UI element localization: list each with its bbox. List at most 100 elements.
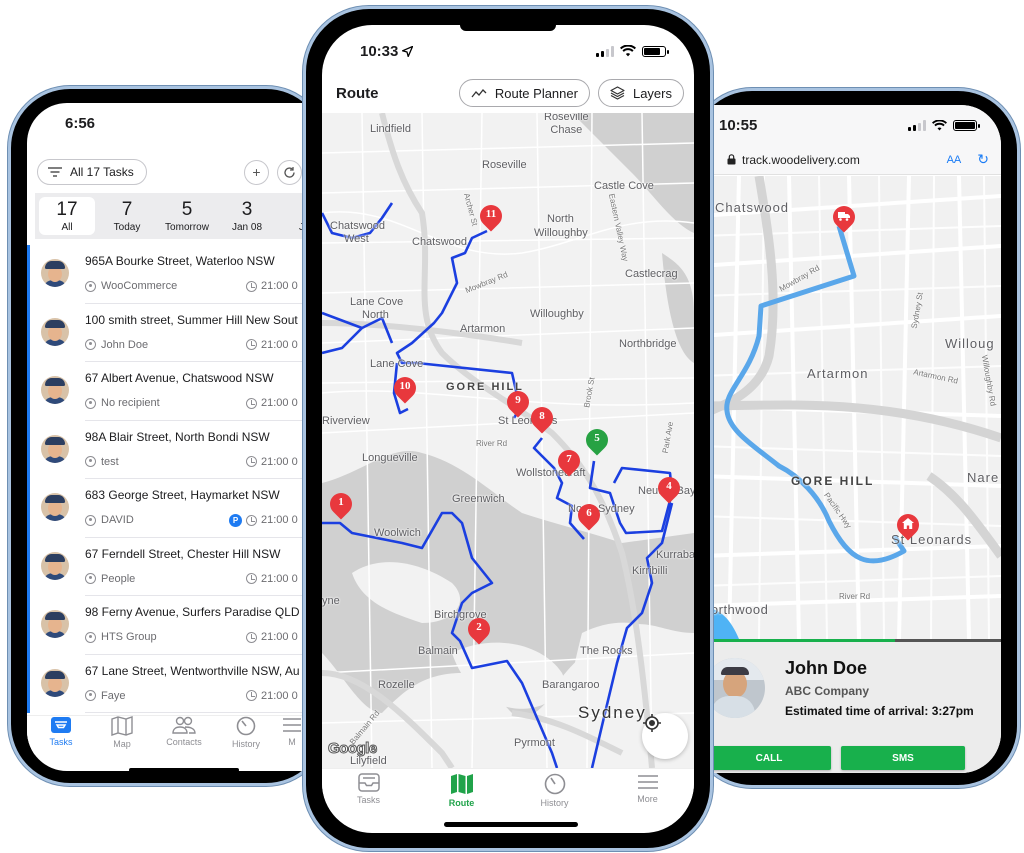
person-icon [85,690,96,701]
task-recipient: Faye [101,689,126,702]
tab-tasks[interactable]: Tasks [322,773,415,818]
stop-pin-7[interactable]: 7 [553,445,585,478]
map-label: Castlecrag [625,268,678,280]
reload-button[interactable]: ↻ [977,151,989,168]
tab-contacts[interactable]: Contacts [153,716,215,755]
stop-number: 8 [539,410,545,422]
map-label: Lane Cove [350,296,404,308]
map-label: Riverview [322,415,370,427]
person-icon [85,631,96,643]
stop-pin-8[interactable]: 8 [526,402,558,435]
text-size-button[interactable]: AA [947,154,962,166]
route-planner-button[interactable]: Route Planner [458,79,590,107]
route-map[interactable]: Lindfield Roseville Chase Roseville Cast… [322,113,694,768]
task-row[interactable]: 67 Ferndell Street, Chester Hill NSW Peop… [30,538,347,597]
person-icon [85,397,96,409]
map-label: Castle Cove [594,180,654,192]
url-field[interactable]: track.woodelivery.com [727,153,860,167]
map-icon [111,716,133,736]
url-text: track.woodelivery.com [742,152,860,167]
tab-more[interactable]: More [601,773,694,818]
eta-text: Estimated time of arrival: 3:27pm [785,704,974,718]
task-time: 21:00 0 [246,339,298,351]
status-bar: 10:33 [322,31,694,71]
truck-icon [838,212,850,221]
destination-pin[interactable] [892,509,924,542]
contacts-icon [172,716,196,734]
stop-pin-4[interactable]: 4 [653,472,685,505]
route-tab-bar: Tasks Route History More [322,768,694,818]
task-row[interactable]: 965A Bourke Street, Waterloo NSW WooComme… [30,245,347,304]
map-label: Northbridge [619,338,677,350]
stop-number: 1 [338,496,344,508]
tracking-screen: 10:55 one track.woodelivery.com AA ↻ [699,105,1001,773]
map-label: GORE HILL [791,474,875,488]
tab-count: 3 [241,199,253,220]
tracking-map[interactable]: Chatswood Mowbray Rd Sydney St Willoug A… [699,176,1001,639]
map-label: Willoughby [530,308,584,320]
route-map-graphic [322,113,694,768]
add-task-button[interactable]: + [244,159,269,185]
tab-history[interactable]: History [215,716,277,755]
tasks-tab-bar: Tasks Map Contacts History M [27,715,347,755]
task-list: 965A Bourke Street, Waterloo NSW WooComme… [27,245,347,713]
stop-number: 4 [666,480,672,492]
task-row[interactable]: 100 smith street, Summer Hill New Sout Jo… [30,304,347,363]
date-tab-today[interactable]: 7 Today [99,197,155,235]
map-label: Kirribilli [632,565,668,577]
stop-pin-1[interactable]: 1 [325,488,357,521]
tab-label: M [288,737,296,747]
stop-pin-9[interactable]: 9 [502,386,534,419]
driver-card: John Doe ABC Company Estimated time of a… [699,642,1001,773]
stop-number: 11 [485,208,497,220]
map-label: yne [322,595,340,607]
home-indicator [129,768,239,771]
task-filter-button[interactable]: All 17 Tasks [37,159,147,185]
route-line-icon [471,89,487,98]
map-label: Greenwich [452,493,505,505]
call-button[interactable]: CALL [707,746,831,770]
avatar [41,317,69,346]
tab-history[interactable]: History [508,773,601,818]
avatar [41,434,69,463]
stop-number: 2 [476,621,482,633]
task-row[interactable]: 683 George Street, Haymarket NSW DAVID P 21… [30,479,347,538]
vehicle-pin[interactable] [828,201,860,234]
status-bar: 6:56 [27,103,347,143]
stop-pin-5[interactable]: 5 [581,424,613,457]
task-recipient: HTS Group [101,631,157,643]
date-tab-jan-08[interactable]: 3 Jan 08 [219,197,275,235]
date-tab-tomorrow[interactable]: 5 Tomorrow [159,197,215,235]
layers-label: Layers [632,85,672,101]
stop-pin-11[interactable]: 11 [475,200,507,233]
stop-pin-6[interactable]: 6 [573,499,605,532]
tab-route[interactable]: Route [415,773,508,818]
signal-icon [596,45,614,57]
my-location-button[interactable] [642,713,688,759]
task-row[interactable]: 67 Albert Avenue, Chatswood NSW No recipi… [30,362,347,421]
menu-icon [637,775,658,789]
stop-pin-2[interactable]: 2 [463,613,495,646]
map-label: Roseville Chase [544,113,589,136]
home-icon [902,518,914,529]
task-time-text: 21:00 0 [261,514,298,526]
tab-label: History [540,798,569,808]
task-row[interactable]: 67 Lane Street, Wentworthville NSW, Au Fa… [30,655,347,714]
task-row[interactable]: 98 Ferny Avenue, Surfers Paradise QLD HTS… [30,596,347,655]
refresh-button[interactable] [277,159,302,185]
date-tab-all[interactable]: 17 All [39,197,95,235]
layers-button[interactable]: Layers [597,79,684,107]
stop-pin-10[interactable]: 10 [389,372,421,405]
map-label: North [362,309,389,321]
map-label: Barangaroo [542,679,600,691]
map-label: River Rd [476,439,508,448]
plus-icon: + [252,164,261,180]
clock-icon [246,514,257,526]
task-time-text: 21:00 0 [261,338,298,351]
task-row[interactable]: 98A Blair Street, North Bondi NSW test 21:… [30,421,347,480]
tab-tasks[interactable]: Tasks [31,716,91,755]
tab-map[interactable]: Map [91,716,153,755]
sms-button[interactable]: SMS [841,746,965,770]
map-label: Roseville [482,159,527,171]
tab-count: 5 [181,199,193,220]
